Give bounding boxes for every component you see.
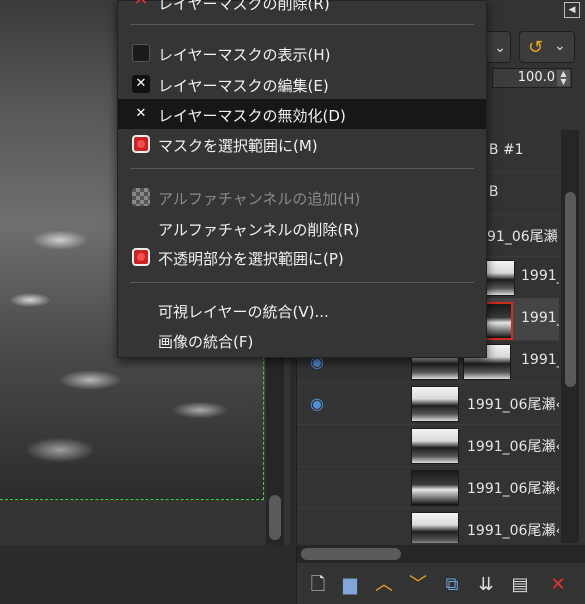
layer-row[interactable]: 1991_06尾瀬‹ [297,424,559,467]
layer-context-menu: ✕ レイヤーマスクの削除(R) レイヤーマスクの表示(H) ✕ レイヤーマスクの… [117,0,487,358]
menu-item-remove-alpha-channel[interactable]: アルファチャンネルの削除(R) [118,213,486,243]
layer-list-horizontal-scrollbar[interactable] [297,545,585,563]
merge-layer-icon[interactable]: ⇊ [473,572,499,598]
menu-item-add-alpha-channel: アルファチャンネルの追加(H) [118,182,486,212]
layer-name: 1991_06尾瀬‹ [467,523,559,539]
dock-menu-icon[interactable]: ◀ [564,2,580,18]
menu-item-merge-visible-layers[interactable]: 可視レイヤーの統合(V)... [118,295,486,325]
chevron-down-icon: ⌄ [494,40,506,56]
layer-thumbnail [411,512,459,543]
menu-item-label: レイヤーマスクの表示(H) [158,46,331,64]
layer-thumbnail [411,470,459,506]
menu-item-label: レイヤーマスクの削除(R) [158,0,330,13]
layer-list-horizontal-scroll-thumb[interactable] [301,548,401,560]
layer-name: 1991_06尾瀬‹ [467,481,559,497]
visibility-eye-icon[interactable]: ◉ [307,394,327,413]
mask-to-selection-icon [132,135,150,153]
menu-item-label: レイヤーマスクの無効化(D) [158,107,346,125]
canvas-vertical-scroll-thumb[interactable] [269,495,281,540]
menu-item-mask-to-selection[interactable]: マスクを選択範囲に(M) [118,129,486,159]
checkmark-icon: ✕ [135,106,147,121]
layer-mode-reset-button[interactable]: ↺ ⌄ [519,31,575,63]
add-mask-icon[interactable]: ▤ [507,572,533,598]
layers-toolbar: 🗋 ▆ ︿ ﹀ ⧉ ⇊ ▤ ✕ [297,568,585,604]
raise-layer-icon[interactable]: ︿ [371,572,397,598]
reset-icon: ↺ [528,37,544,58]
menu-separator [130,282,474,283]
alpha-channel-icon [132,188,150,206]
menu-item-label: アルファチャンネルの削除(R) [158,221,360,239]
layer-row[interactable]: ◉ 1991_06尾瀬‹ [297,382,559,425]
delete-layer-icon[interactable]: ✕ [545,572,571,598]
layer-name: 1991_ [521,352,559,368]
menu-separator [130,168,474,169]
menu-item-label: 不透明部分を選択範囲に(P) [158,250,344,268]
delete-icon: ✕ [132,0,150,11]
layer-thumbnail [411,386,459,422]
menu-item-edit-layer-mask[interactable]: ✕ レイヤーマスクの編集(E) [118,69,486,99]
lower-layer-icon[interactable]: ﹀ [405,572,431,598]
checkbox-checked-icon: ✕ [132,75,150,93]
layer-name: 1991_06尾瀬‹ [467,439,559,455]
layer-row[interactable]: 1991_06尾瀬‹ [297,508,559,543]
menu-item-label: 可視レイヤーの統合(V)... [158,303,329,321]
layer-name: 1991_ [521,310,559,326]
layer-row[interactable]: 1991_06尾瀬‹ [297,466,559,509]
menu-item-label: 画像の統合(F) [158,333,254,351]
menu-item-flatten-image[interactable]: 画像の統合(F) [118,325,486,355]
new-layer-group-icon[interactable]: ▆ [337,572,363,598]
menu-item-alpha-to-selection[interactable]: 不透明部分を選択範囲に(P) [118,242,486,272]
opacity-field[interactable]: 100.0 ▲ ▼ [492,68,572,88]
layer-thumbnail [411,428,459,464]
menu-item-label: アルファチャンネルの追加(H) [158,190,361,208]
menu-item-label: マスクを選択範囲に(M) [158,137,318,155]
checkbox-empty-icon [132,44,150,62]
layer-name: 1991_06尾瀬‹ [467,397,559,413]
menu-item-show-layer-mask[interactable]: レイヤーマスクの表示(H) [118,38,486,68]
menu-item-disable-layer-mask[interactable]: ✕ レイヤーマスクの無効化(D) [118,99,486,129]
alpha-to-selection-icon [132,248,150,266]
duplicate-layer-icon[interactable]: ⧉ [439,572,465,598]
chevron-down-icon: ⌄ [554,38,566,54]
layer-name: 91_06尾瀬‹ [487,229,559,245]
opacity-spinner[interactable]: ▲ ▼ [557,70,570,86]
menu-item-delete-layer-mask[interactable]: ✕ レイヤーマスクの削除(R) [118,0,486,17]
new-layer-icon[interactable]: 🗋 [305,572,331,598]
opacity-value: 100.0 [517,70,555,85]
layer-list-vertical-scrollbar[interactable] [561,130,579,543]
layer-list-vertical-scroll-thumb[interactable] [565,192,576,387]
menu-item-label: レイヤーマスクの編集(E) [158,77,329,95]
menu-separator [130,24,474,25]
layer-name: 1991_ [521,268,559,284]
